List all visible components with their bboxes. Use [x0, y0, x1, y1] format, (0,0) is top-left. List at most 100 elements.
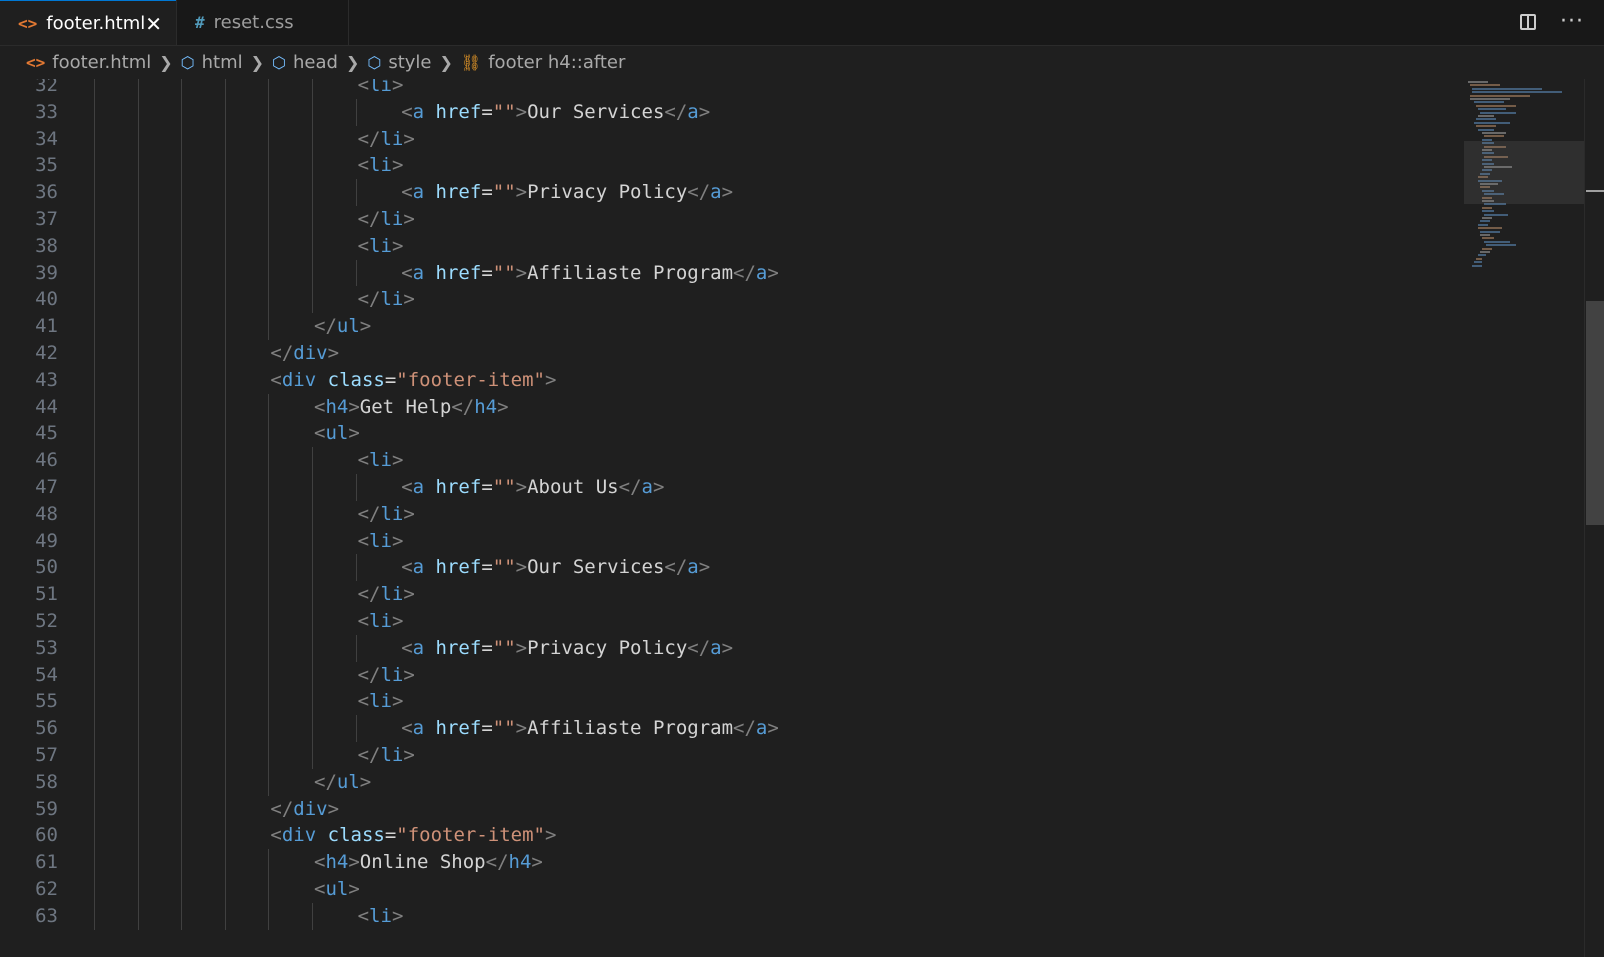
code-token: </ — [664, 556, 688, 579]
code-token: </ — [314, 770, 337, 793]
code-line[interactable]: 60 <div class="footer-item"> — [0, 822, 1440, 849]
minimap-line — [1484, 240, 1510, 243]
code-token: li — [369, 610, 392, 632]
code-token: > — [391, 610, 404, 632]
code-line[interactable]: 51 </li> — [0, 581, 1440, 608]
line-code: <li> — [358, 79, 404, 99]
code-token: > — [721, 636, 734, 659]
breadcrumb-item-style[interactable]: ⬡ style — [367, 52, 431, 73]
code-token: h4 — [508, 851, 532, 874]
code-line[interactable]: 62 <ul> — [0, 876, 1440, 903]
code-token: </ — [485, 851, 509, 874]
scrollbar-thumb[interactable] — [1586, 301, 1604, 525]
code-token: Privacy Policy — [527, 636, 688, 659]
code-token: </ — [270, 342, 294, 364]
code-token: li — [369, 234, 392, 257]
split-editor-button[interactable] — [1514, 8, 1542, 36]
code-line[interactable]: 52 <li> — [0, 608, 1440, 635]
code-line[interactable]: 50 <a href="">Our Services</a> — [0, 554, 1440, 581]
code-line[interactable]: 39 <a href="">Affiliaste Program</a> — [0, 260, 1440, 287]
close-icon[interactable]: ✕ — [145, 12, 162, 36]
code-token: a — [641, 476, 653, 498]
code-line[interactable]: 38 <li> — [0, 233, 1440, 260]
code-token: a — [412, 476, 425, 498]
code-token: ul — [336, 315, 360, 338]
tab-footer-html[interactable]: <> footer.html ✕ — [0, 0, 176, 45]
code-line[interactable]: 37 </li> — [0, 206, 1440, 233]
code-line[interactable]: 54 </li> — [0, 662, 1440, 689]
code-line[interactable]: 35 <li> — [0, 152, 1440, 179]
code-line[interactable]: 58 </ul> — [0, 769, 1440, 796]
code-token: < — [270, 824, 282, 847]
code-token: > — [348, 851, 360, 874]
code-token: > — [721, 181, 734, 204]
code-line[interactable]: 61 <h4>Online Shop</h4> — [0, 849, 1440, 876]
code-line[interactable]: 59 </div> — [0, 796, 1440, 823]
breadcrumb: <> footer.html ❯ ⬡ html ❯ ⬡ head ❯ ⬡ sty… — [0, 46, 1604, 79]
line-code: </li> — [358, 126, 415, 153]
code-token: < — [401, 261, 413, 284]
line-number: 58 — [35, 770, 58, 793]
code-token: li — [369, 449, 392, 472]
code-token: </ — [270, 797, 294, 820]
line-number: 42 — [35, 342, 58, 364]
line-number: 60 — [35, 824, 58, 847]
line-code: </li> — [358, 662, 415, 689]
code-editor[interactable]: 32 <li> 33 <a href="">Our Services</a> 34 </l… — [0, 79, 1604, 957]
more-actions-button[interactable]: ··· — [1558, 8, 1586, 36]
code-line[interactable]: 63 <li> — [0, 903, 1440, 930]
code-token: li — [380, 502, 404, 525]
minimap-line — [1474, 121, 1510, 124]
code-line[interactable]: 34 </li> — [0, 126, 1440, 153]
html-file-icon: <> — [26, 53, 46, 72]
vertical-scrollbar[interactable] — [1584, 79, 1604, 957]
code-token: > — [497, 395, 509, 418]
minimap-line — [1482, 237, 1494, 240]
code-line[interactable]: 42 </div> — [0, 340, 1440, 367]
code-line[interactable]: 41 </ul> — [0, 313, 1440, 340]
code-line[interactable]: 48 </li> — [0, 501, 1440, 528]
code-token: < — [357, 610, 370, 632]
minimap-line — [1472, 264, 1482, 267]
code-line[interactable]: 47 <a href="">About Us</a> — [0, 474, 1440, 501]
line-number: 59 — [35, 797, 58, 820]
line-number: 38 — [35, 234, 58, 257]
code-line[interactable]: 57 </li> — [0, 742, 1440, 769]
code-token: < — [314, 878, 326, 900]
code-line[interactable]: 49 <li> — [0, 528, 1440, 555]
code-line[interactable]: 32 <li> — [0, 79, 1440, 99]
code-token: li — [369, 79, 392, 96]
code-line[interactable]: 43 <div class="footer-item"> — [0, 367, 1440, 394]
line-code: </li> — [358, 501, 415, 528]
code-line[interactable]: 46 <li> — [0, 447, 1440, 474]
code-line[interactable]: 45 <ul> — [0, 420, 1440, 447]
code-line[interactable]: 33 <a href="">Our Services</a> — [0, 99, 1440, 126]
minimap[interactable] — [1464, 79, 1584, 339]
line-number: 53 — [35, 636, 58, 659]
tab-reset-css[interactable]: # reset.css — [176, 0, 349, 45]
minimap-line — [1474, 101, 1504, 104]
minimap-slider[interactable] — [1464, 141, 1584, 204]
minimap-line — [1478, 227, 1502, 230]
code-line[interactable]: 55 <li> — [0, 688, 1440, 715]
code-line[interactable]: 44 <h4>Get Help</h4> — [0, 394, 1440, 421]
breadcrumb-item-head[interactable]: ⬡ head — [272, 52, 338, 73]
minimap-line — [1470, 98, 1510, 100]
line-number: 50 — [35, 556, 58, 579]
breadcrumb-item-html[interactable]: ⬡ html — [181, 52, 243, 73]
code-line[interactable]: 36 <a href="">Privacy Policy</a> — [0, 179, 1440, 206]
code-token: > — [515, 717, 528, 740]
code-line[interactable]: 40 </li> — [0, 286, 1440, 313]
code-line[interactable]: 56 <a href="">Affiliaste Program</a> — [0, 715, 1440, 742]
code-token: > — [348, 395, 360, 418]
code-token: > — [767, 717, 779, 740]
more-icon: ··· — [1560, 9, 1584, 34]
breadcrumb-item-selector[interactable]: ⛓ footer h4::after — [461, 52, 626, 73]
code-token: < — [401, 636, 413, 659]
code-token: li — [369, 529, 392, 552]
line-number: 45 — [35, 422, 58, 445]
breadcrumb-file[interactable]: <> footer.html — [26, 52, 151, 73]
code-line[interactable]: 53 <a href="">Privacy Policy</a> — [0, 635, 1440, 662]
